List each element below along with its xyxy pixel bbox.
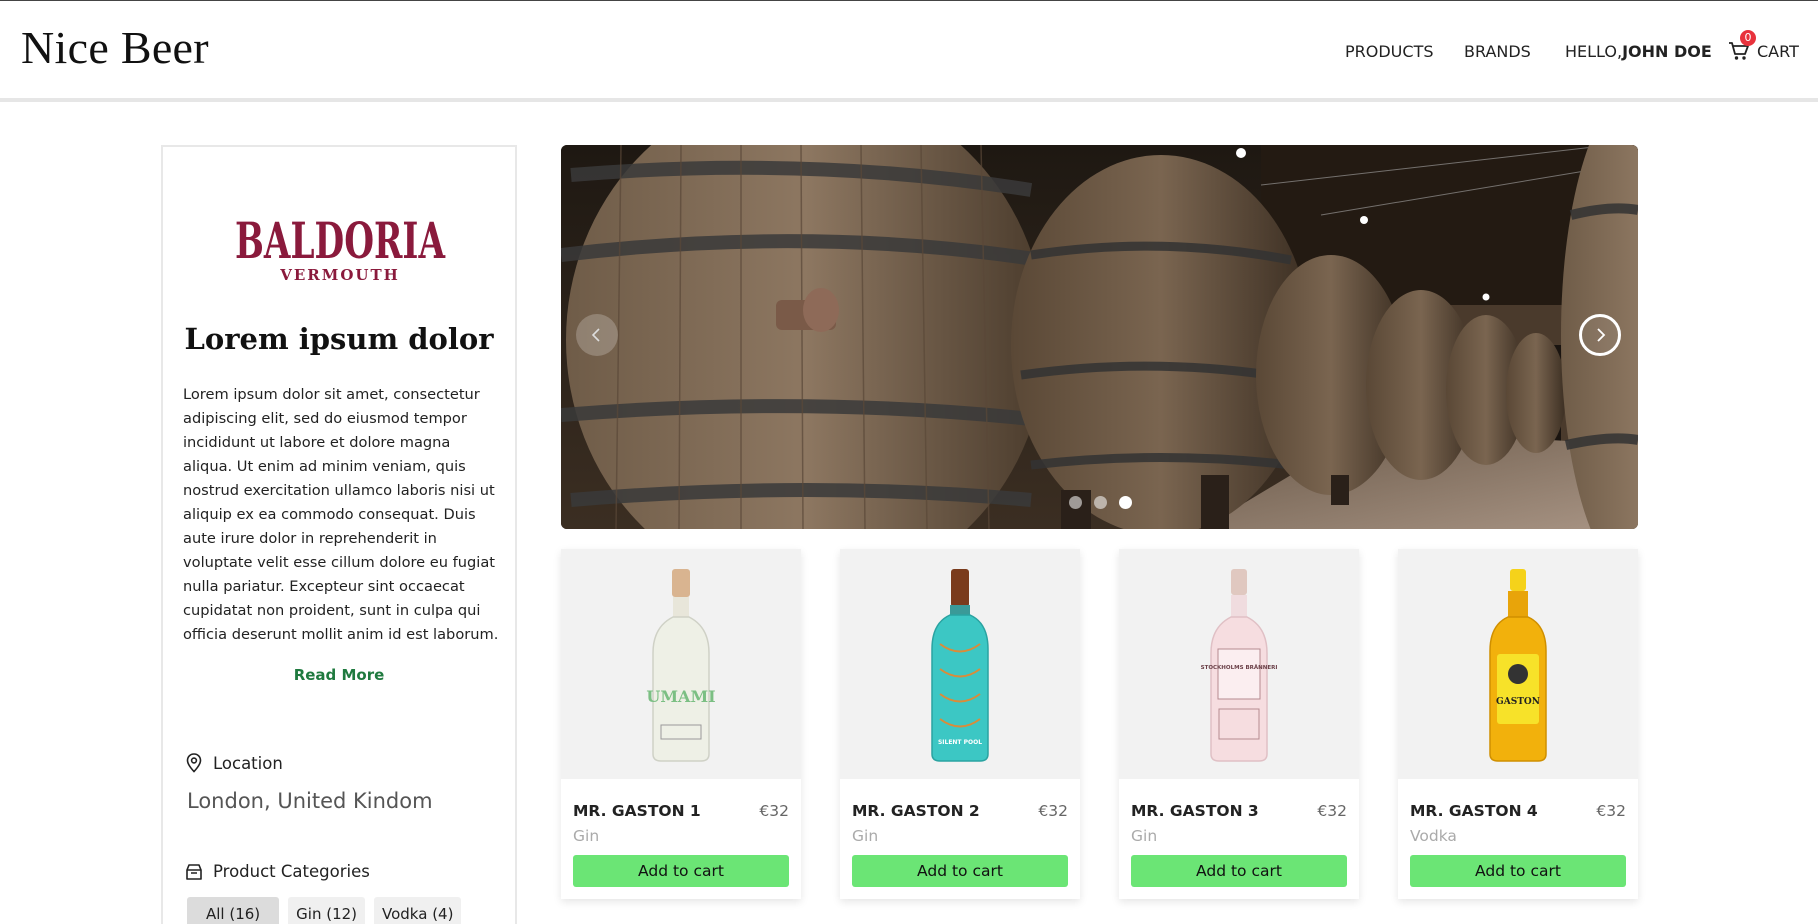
nav-brands-link[interactable]: BRANDS: [1464, 41, 1531, 61]
user-name: JOHN DOE: [1622, 41, 1712, 61]
chevron-left-icon: [591, 328, 600, 342]
chevron-right-icon: [1597, 328, 1606, 342]
gin-bottle-icon: UMAMI: [646, 569, 716, 762]
category-filter-chips: All (16) Gin (12) Vodka (4): [187, 897, 462, 924]
category-chip-all[interactable]: All (16): [187, 897, 280, 924]
carousel-next-button[interactable]: [1579, 314, 1621, 356]
product-card[interactable]: STOCKHOLMS BRÄNNERI MR. GASTON 3 €32 Gin…: [1119, 549, 1359, 899]
site-logo[interactable]: Nice Beer: [21, 21, 209, 74]
product-name[interactable]: MR. GASTON 2: [852, 802, 980, 820]
bottle-label-text: SILENT POOL: [938, 739, 982, 746]
product-card[interactable]: UMAMI MR. GASTON 1 €32 Gin Add to cart: [561, 549, 801, 899]
svg-text:VERMOUTH: VERMOUTH: [279, 266, 400, 282]
read-more-link[interactable]: Read More: [163, 666, 515, 684]
add-to-cart-button[interactable]: Add to cart: [852, 855, 1068, 887]
nav-products-link[interactable]: PRODUCTS: [1345, 41, 1434, 61]
hero-carousel[interactable]: [561, 145, 1638, 529]
product-image[interactable]: STOCKHOLMS BRÄNNERI: [1119, 549, 1359, 779]
location-value: London, United Kindom: [187, 789, 433, 813]
cart-link[interactable]: 0 CART: [1728, 30, 1799, 62]
greeting-prefix: HELLO,: [1565, 41, 1623, 61]
add-to-cart-button[interactable]: Add to cart: [1131, 855, 1347, 887]
location-heading: Location: [185, 753, 283, 773]
bottle-label-text: STOCKHOLMS BRÄNNERI: [1201, 664, 1278, 671]
brand-title: Lorem ipsum dolor: [184, 322, 494, 356]
box-icon: [186, 863, 202, 880]
vodka-bottle-icon: GASTON: [1489, 569, 1547, 762]
add-to-cart-button[interactable]: Add to cart: [1410, 855, 1626, 887]
product-card[interactable]: GASTON MR. GASTON 4 €32 Vodka Add to car…: [1398, 549, 1638, 899]
cart-icon: 0: [1728, 30, 1756, 62]
product-price: €32: [1317, 802, 1347, 820]
carousel-indicators: [1069, 496, 1132, 509]
cart-count-badge: 0: [1740, 30, 1756, 46]
category-chip-vodka[interactable]: Vodka (4): [374, 897, 462, 924]
product-image[interactable]: SILENT POOL: [840, 549, 1080, 779]
bottle-label-text: GASTON: [1496, 697, 1540, 707]
product-category: Vodka: [1410, 827, 1457, 845]
product-category: Gin: [573, 827, 600, 845]
brand-sidebar: BALDORIA VERMOUTH Lorem ipsum dolor Lore…: [161, 145, 517, 924]
location-pin-icon: [186, 753, 202, 773]
brand-logo: BALDORIA VERMOUTH: [233, 211, 447, 284]
product-category: Gin: [852, 827, 879, 845]
user-greeting[interactable]: HELLO, JOHN DOE: [1565, 41, 1712, 61]
cart-label: CART: [1757, 41, 1799, 61]
product-name[interactable]: MR. GASTON 1: [573, 802, 701, 820]
location-label: Location: [213, 753, 283, 773]
product-name[interactable]: MR. GASTON 4: [1410, 802, 1538, 820]
svg-text:BALDORIA: BALDORIA: [235, 212, 446, 270]
product-image[interactable]: UMAMI: [561, 549, 801, 779]
product-category: Gin: [1131, 827, 1158, 845]
category-chip-gin[interactable]: Gin (12): [288, 897, 366, 924]
categories-label: Product Categories: [213, 862, 370, 881]
brand-description: Lorem ipsum dolor sit amet, consectetur …: [183, 386, 499, 643]
add-to-cart-button[interactable]: Add to cart: [573, 855, 789, 887]
carousel-prev-button[interactable]: [576, 314, 618, 356]
product-price: €32: [1038, 802, 1068, 820]
bottle-label-text: UMAMI: [646, 687, 715, 706]
categories-heading: Product Categories: [185, 862, 370, 881]
carousel-dot-3[interactable]: [1119, 496, 1132, 509]
site-header: Nice Beer PRODUCTS BRANDS HELLO, JOHN DO…: [0, 1, 1818, 102]
carousel-dot-1[interactable]: [1069, 496, 1082, 509]
carousel-dot-2[interactable]: [1094, 496, 1107, 509]
product-price: €32: [1596, 802, 1626, 820]
gin-bottle-icon: STOCKHOLMS BRÄNNERI: [1201, 569, 1278, 762]
wine-cellar-barrels-image: [561, 145, 1638, 529]
product-image[interactable]: GASTON: [1398, 549, 1638, 779]
product-name[interactable]: MR. GASTON 3: [1131, 802, 1259, 820]
product-card[interactable]: SILENT POOL MR. GASTON 2 €32 Gin Add to …: [840, 549, 1080, 899]
product-price: €32: [759, 802, 789, 820]
gin-bottle-icon: SILENT POOL: [931, 569, 989, 762]
